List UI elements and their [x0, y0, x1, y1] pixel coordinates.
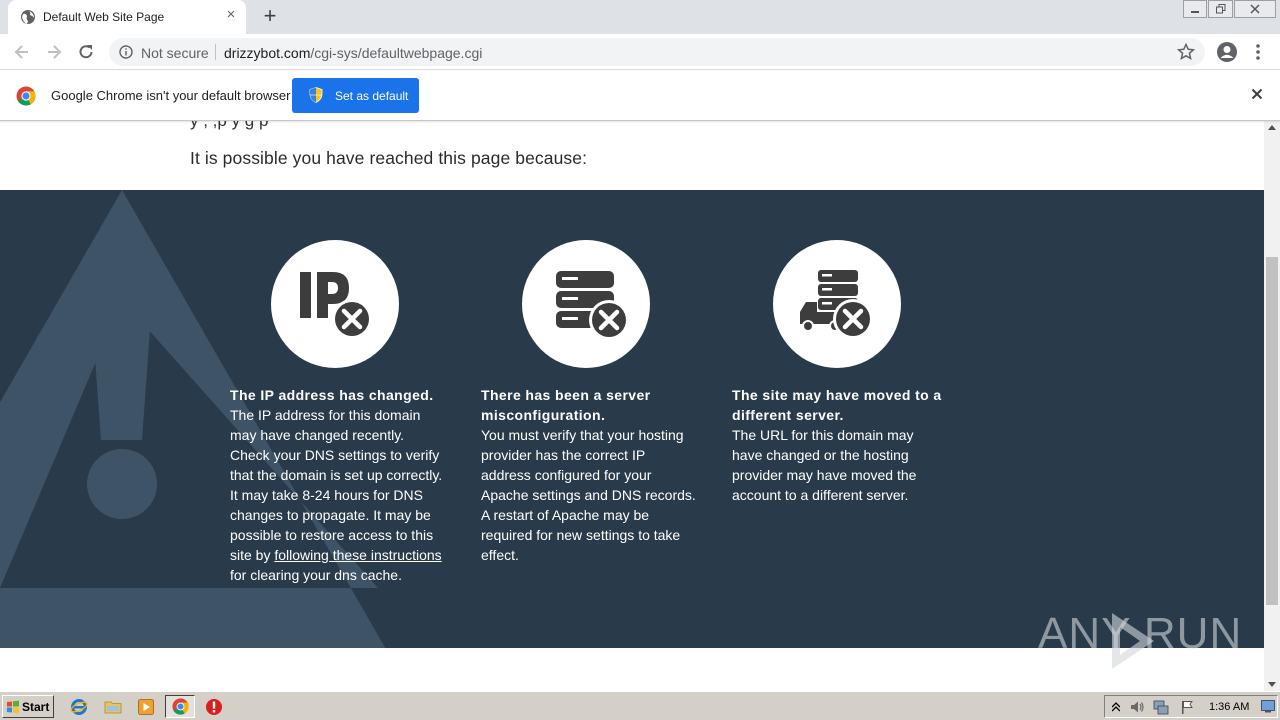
default-browser-infobar: Google Chrome isn't your default browser…	[0, 71, 1280, 121]
reason-title: The site may have moved to a different s…	[732, 387, 942, 423]
dns-instructions-link[interactable]: following these instructions	[274, 547, 441, 563]
windows-taskbar: Start 1:36 AM	[0, 691, 1280, 720]
server-moved-icon	[800, 270, 873, 339]
close-icon	[1250, 4, 1260, 14]
reason-title: There has been a server misconfiguration…	[481, 387, 651, 423]
taskbar-chrome-button[interactable]	[165, 695, 195, 718]
tab-strip: Default Web Site Page × +	[0, 0, 1280, 34]
reason-site-moved: The site may have moved to a different s…	[732, 240, 947, 505]
reason-body: The URL for this domain may have changed…	[732, 427, 917, 503]
reason-icon-circle	[773, 240, 901, 368]
scroll-up-arrow-icon[interactable]	[1268, 124, 1276, 130]
tab-default-web-site-page[interactable]: Default Web Site Page ×	[8, 0, 246, 34]
infobar-message: Google Chrome isn't your default browser	[51, 88, 291, 103]
scroll-down-arrow-icon[interactable]	[1268, 682, 1276, 688]
tab-close-icon[interactable]: ×	[224, 7, 238, 22]
action-center-flag-icon[interactable]	[1179, 699, 1195, 715]
tab-title: Default Web Site Page	[43, 10, 165, 24]
internet-explorer-icon[interactable]	[70, 698, 88, 716]
globe-icon	[21, 10, 35, 24]
reload-icon[interactable]	[76, 42, 96, 62]
play-logo-icon	[1112, 613, 1154, 669]
reason-body-text: The IP address for this domain may have …	[230, 407, 443, 563]
clock[interactable]: 1:36 AM	[1209, 701, 1249, 713]
uac-shield-icon	[309, 87, 323, 103]
windows-flag-icon	[7, 700, 19, 714]
reason-icon-circle	[522, 240, 650, 368]
url-domain: drizzybot.com	[224, 45, 311, 61]
profile-avatar-icon[interactable]	[1216, 41, 1238, 63]
web-page-content: y , ,p y g p It is possible you have rea…	[0, 121, 1264, 691]
restore-button[interactable]	[1208, 0, 1233, 18]
url-text[interactable]: drizzybot.com/cgi-sys/defaultwebpage.cgi	[224, 45, 482, 61]
new-tab-button[interactable]: +	[258, 5, 282, 28]
reason-heading: It is possible you have reached this pag…	[190, 148, 588, 168]
network-icon[interactable]	[1153, 699, 1169, 715]
minimize-button[interactable]	[1183, 0, 1207, 18]
set-as-default-button[interactable]: Set as default	[292, 78, 419, 113]
cut-off-text-line: y , ,p y g p	[190, 121, 268, 131]
back-arrow-icon[interactable]	[12, 42, 32, 62]
reason-server-misconfiguration: There has been a server misconfiguration…	[481, 240, 696, 565]
reason-body: The IP address for this domain may have …	[230, 405, 445, 585]
show-desktop-icon[interactable]	[1261, 699, 1275, 713]
url-path: /cgi-sys/defaultwebpage.cgi	[310, 45, 483, 61]
volume-icon[interactable]	[1129, 699, 1145, 715]
forward-arrow-icon[interactable]	[44, 42, 64, 62]
chrome-icon	[172, 698, 189, 715]
start-label: Start	[22, 700, 50, 714]
scrollbar-thumb[interactable]	[1266, 257, 1278, 605]
bookmark-star-icon[interactable]	[1177, 43, 1195, 61]
menu-kebab-icon[interactable]	[1250, 41, 1266, 63]
server-error-icon	[556, 271, 629, 340]
set-as-default-label: Set as default	[335, 89, 409, 103]
ip-error-icon	[300, 272, 372, 339]
reason-title: The IP address has changed.	[230, 387, 434, 403]
browser-toolbar: Not secure drizzybot.com/cgi-sys/default…	[0, 34, 1280, 70]
system-tray: 1:36 AM	[1104, 695, 1278, 718]
infobar-close-icon[interactable]	[1250, 87, 1264, 101]
info-icon[interactable]	[119, 45, 133, 59]
page-scrollbar[interactable]	[1264, 121, 1280, 691]
reason-ip-changed: The IP address has changed. The IP addre…	[230, 240, 445, 585]
media-player-icon[interactable]	[137, 698, 155, 716]
start-button[interactable]: Start	[2, 695, 54, 718]
reasons-section: The IP address has changed. The IP addre…	[0, 190, 1264, 648]
stop-sign-icon[interactable]	[205, 698, 223, 716]
minimize-icon	[1191, 11, 1199, 13]
reason-body: You must verify that your hosting provid…	[481, 427, 696, 563]
restore-icon	[1215, 4, 1225, 14]
file-explorer-icon[interactable]	[104, 698, 122, 716]
reason-icon-circle	[271, 240, 399, 368]
tray-expand-arrow-icon[interactable]	[1112, 702, 1120, 712]
not-secure-label[interactable]: Not secure	[141, 45, 209, 61]
reason-body-text-after: for clearing your dns cache.	[230, 567, 402, 583]
address-bar[interactable]: Not secure drizzybot.com/cgi-sys/default…	[109, 38, 1205, 66]
window-close-button[interactable]	[1234, 0, 1276, 18]
address-separator	[215, 44, 216, 60]
chrome-logo-icon	[16, 86, 36, 106]
